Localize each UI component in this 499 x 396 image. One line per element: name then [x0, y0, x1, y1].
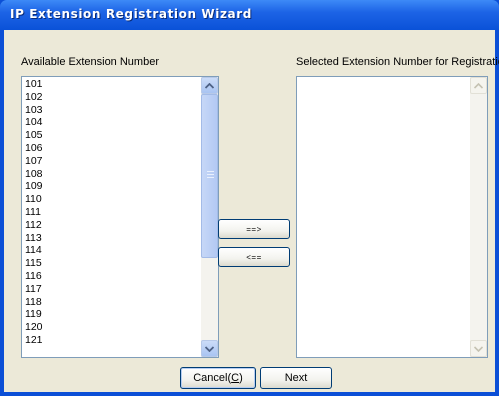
wizard-client-area: Available Extension Number Selected Exte… [4, 30, 499, 392]
scroll-up-button[interactable] [470, 77, 487, 94]
list-item[interactable]: 121 [25, 334, 43, 347]
next-button[interactable]: Next [260, 367, 332, 389]
list-item[interactable]: 103 [25, 104, 43, 117]
list-item[interactable]: 114 [25, 244, 43, 257]
selected-extension-list[interactable] [296, 76, 488, 358]
remove-from-selected-button[interactable]: <== [218, 247, 290, 267]
chevron-down-icon [473, 344, 484, 354]
list-item[interactable]: 117 [25, 283, 43, 296]
wizard-window: IP Extension Registration Wizard Availab… [0, 0, 499, 396]
list-item[interactable]: 119 [25, 308, 43, 321]
list-item[interactable]: 116 [25, 270, 43, 283]
list-item[interactable]: 106 [25, 142, 43, 155]
list-item[interactable]: 113 [25, 232, 43, 245]
available-items: 101 102 103 104 105 106 107 108 109 110 111 112 113 1… [25, 78, 43, 347]
add-to-selected-button[interactable]: ==> [218, 219, 290, 239]
list-item[interactable]: 115 [25, 257, 43, 270]
chevron-down-icon [204, 344, 215, 354]
cancel-button[interactable]: Cancel(C) [180, 367, 256, 389]
window-title: IP Extension Registration Wizard [10, 7, 252, 21]
title-bar[interactable]: IP Extension Registration Wizard [0, 0, 499, 30]
list-item[interactable]: 107 [25, 155, 43, 168]
list-item[interactable]: 105 [25, 129, 43, 142]
list-item[interactable]: 101 [25, 78, 43, 91]
list-item[interactable]: 108 [25, 168, 43, 181]
list-item[interactable]: 109 [25, 180, 43, 193]
available-list-scrollbar[interactable] [201, 77, 218, 357]
scroll-up-button[interactable] [201, 77, 218, 94]
scroll-thumb[interactable] [201, 94, 218, 258]
list-item[interactable]: 112 [25, 219, 43, 232]
list-item[interactable]: 120 [25, 321, 43, 334]
list-item[interactable]: 110 [25, 193, 43, 206]
list-item[interactable]: 104 [25, 116, 43, 129]
list-item[interactable]: 118 [25, 296, 43, 309]
scroll-down-button[interactable] [201, 340, 218, 357]
chevron-up-icon [204, 81, 215, 91]
list-item[interactable]: 111 [25, 206, 43, 219]
scroll-down-button[interactable] [470, 340, 487, 357]
selected-extensions-label: Selected Extension Number for Registrati… [296, 56, 499, 68]
selected-list-scrollbar[interactable] [470, 77, 487, 357]
available-extensions-label: Available Extension Number [21, 56, 159, 68]
chevron-up-icon [473, 81, 484, 91]
available-extension-list[interactable]: 101 102 103 104 105 106 107 108 109 110 111 112 113 1… [21, 76, 219, 358]
list-item[interactable]: 102 [25, 91, 43, 104]
